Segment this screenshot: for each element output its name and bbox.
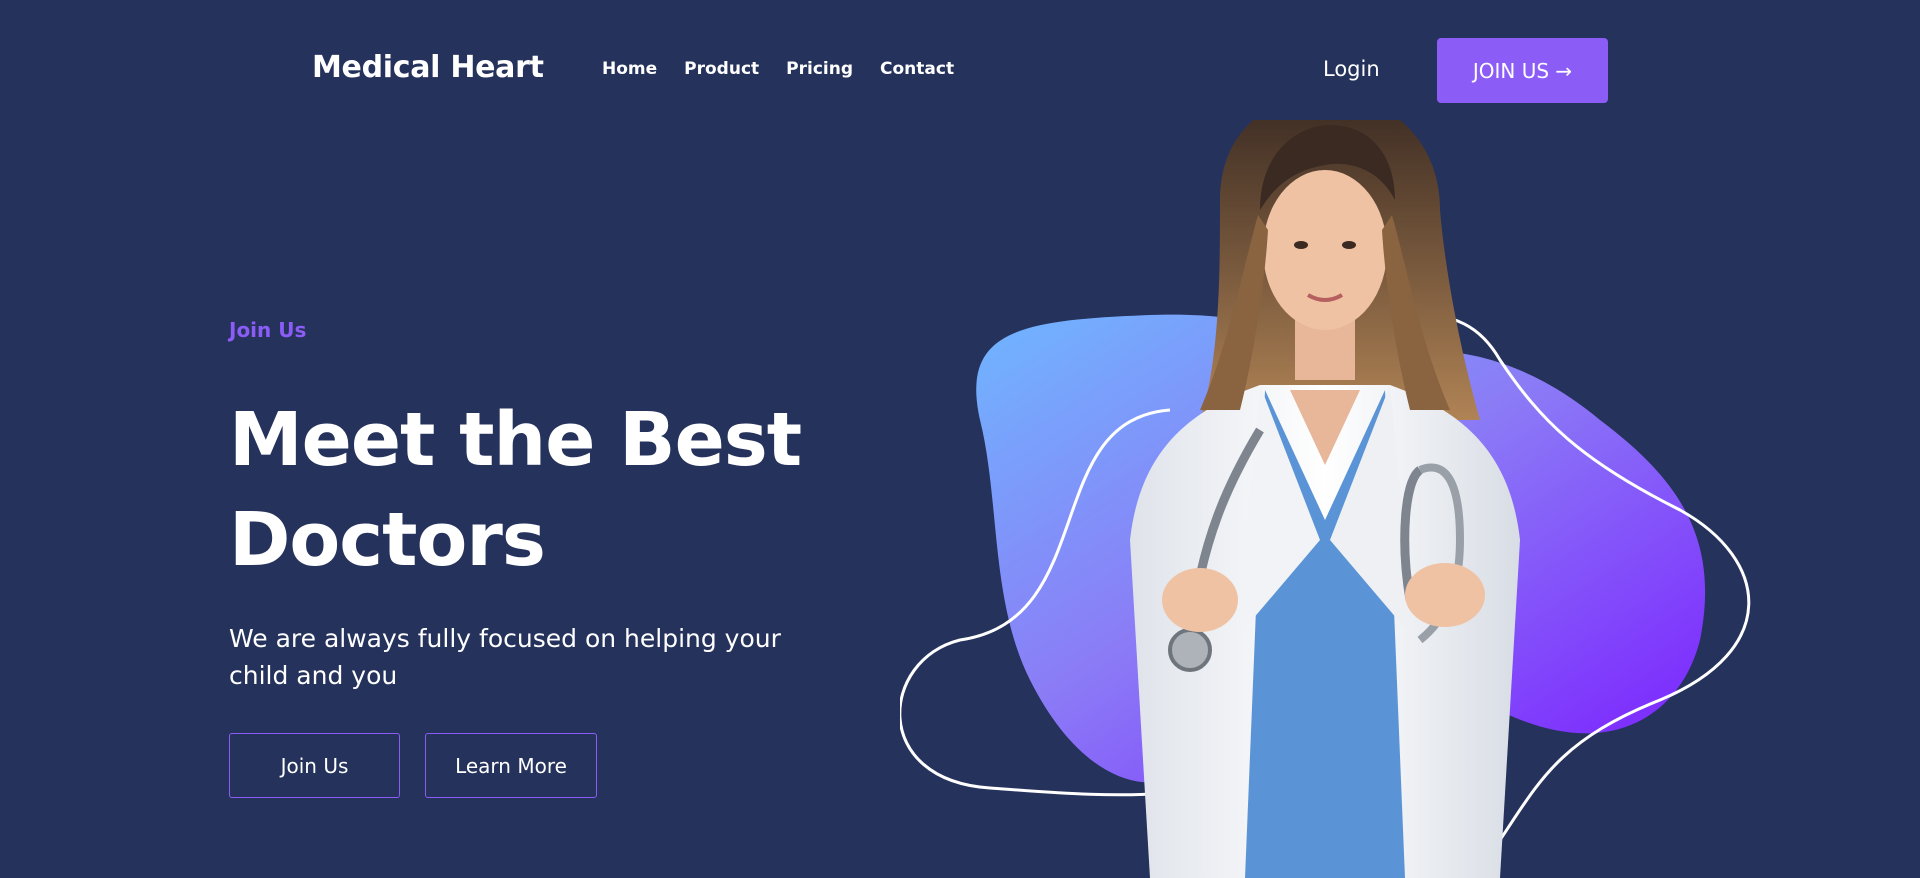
landing-page: Medical Heart Home Product Pricing Conta… <box>0 0 1920 878</box>
join-us-header-button[interactable]: JOIN US → <box>1437 38 1608 103</box>
nav-pricing[interactable]: Pricing <box>786 59 853 79</box>
main-nav: Home Product Pricing Contact <box>602 59 954 79</box>
learn-more-button[interactable]: Learn More <box>425 733 597 798</box>
nav-contact[interactable]: Contact <box>880 59 954 79</box>
hero-illustration <box>900 120 1751 878</box>
headline-line-1: Meet the Best <box>229 397 802 483</box>
nav-product[interactable]: Product <box>684 59 759 79</box>
login-link[interactable]: Login <box>1323 57 1380 81</box>
hero-subtext: We are always fully focused on helping y… <box>229 624 781 690</box>
headline-line-2: Doctors <box>229 497 546 583</box>
brand-logo[interactable]: Medical Heart <box>312 50 544 85</box>
hero-eyebrow: Join Us <box>229 318 307 342</box>
hero-headline: Meet the Best Doctors <box>229 390 869 590</box>
join-us-button[interactable]: Join Us <box>229 733 400 798</box>
nav-home[interactable]: Home <box>602 59 657 79</box>
doctor-figure <box>1130 120 1520 878</box>
